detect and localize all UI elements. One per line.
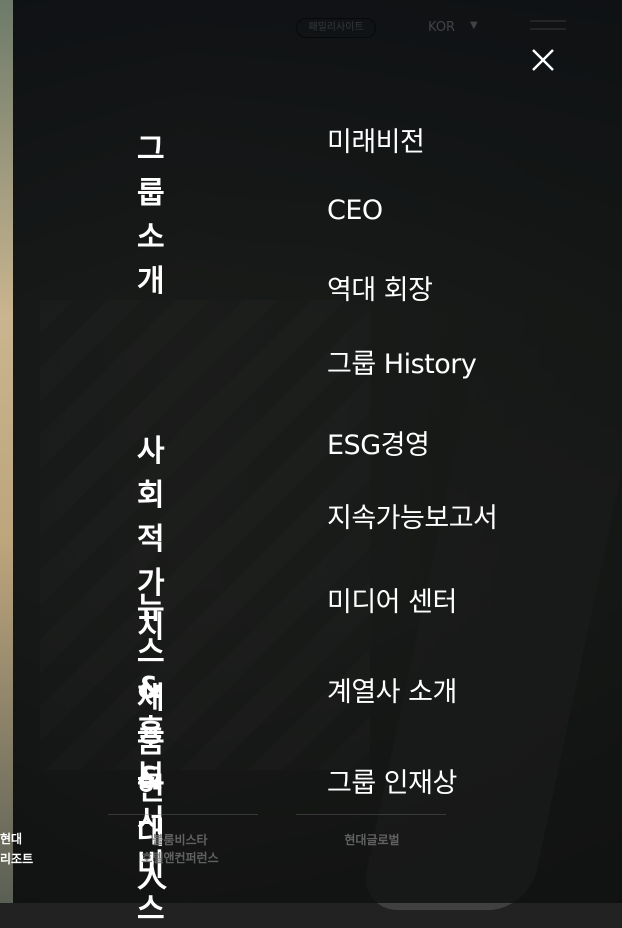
footer-left-fragment[interactable]: 리조트	[0, 850, 33, 867]
language-selector[interactable]: KOR	[428, 20, 455, 35]
left-photo-strip	[0, 0, 13, 903]
menu-item-esg[interactable]: ESG경영	[327, 423, 430, 462]
menu-item-past-chairmen[interactable]: 역대 회장	[327, 268, 433, 307]
menu-item-affiliates[interactable]: 계열사 소개	[327, 670, 457, 709]
footer-link-line: 블룸비스타	[152, 833, 208, 847]
menu-item-group-history[interactable]: 그룹 History	[327, 342, 477, 381]
close-button[interactable]	[531, 48, 555, 72]
hamburger-menu-icon[interactable]	[530, 20, 566, 34]
footer-divider	[108, 814, 258, 815]
menu-item-ceo[interactable]: CEO	[327, 195, 383, 226]
menu-item-talent[interactable]: 그룹 인재상	[327, 761, 457, 800]
footer-left-fragment[interactable]: 현대	[0, 830, 22, 847]
menu-item-future-vision[interactable]: 미래비전	[327, 120, 425, 159]
family-site-button[interactable]: 패밀리사이트	[296, 18, 376, 38]
menu-category-group-intro[interactable]: 그룹소개	[137, 124, 165, 300]
footer-link-bloomvista[interactable]: 블룸비스타 호텔앤컨퍼런스	[120, 831, 240, 867]
footer-divider	[296, 814, 446, 815]
menu-item-sustainability-report[interactable]: 지속가능보고서	[327, 496, 498, 535]
chevron-down-icon[interactable]: ▼	[470, 20, 478, 31]
menu-category-people[interactable]: 현대人	[137, 764, 167, 896]
close-icon	[532, 49, 554, 71]
menu-overlay	[13, 0, 622, 903]
footer-link-hyundai-global[interactable]: 현대글로벌	[312, 831, 432, 849]
footer-link-line: 호텔앤컨퍼런스	[141, 851, 219, 865]
menu-item-media-center[interactable]: 미디어 센터	[327, 580, 457, 619]
top-bar: 패밀리사이트 KOR ▼	[0, 0, 622, 71]
